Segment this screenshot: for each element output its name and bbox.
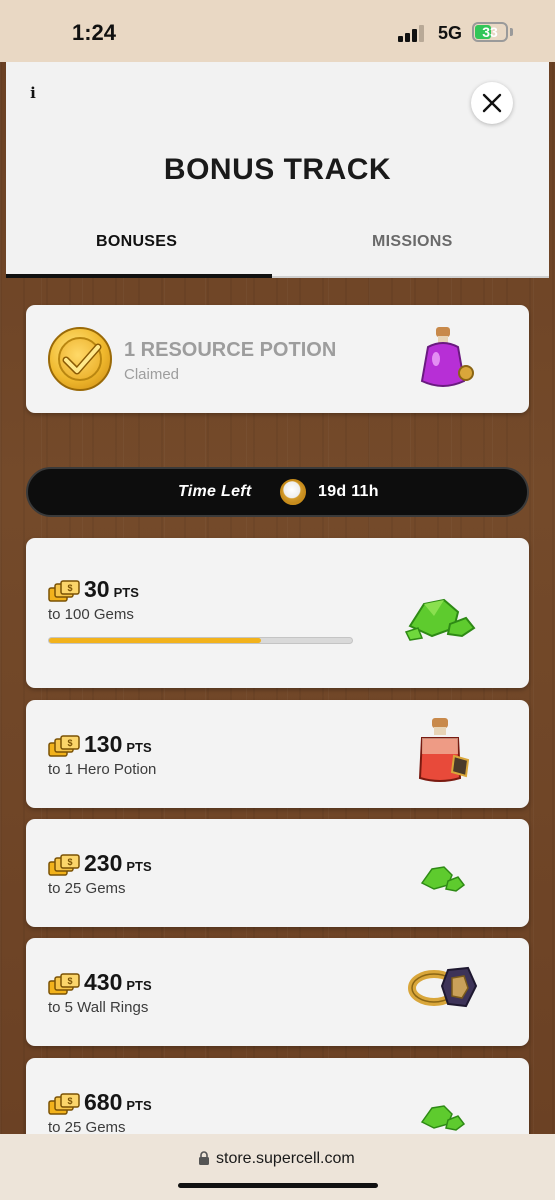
time-left-value: 19d 11h <box>318 483 379 500</box>
tab-divider <box>272 276 549 278</box>
hero-potion-icon <box>418 718 470 782</box>
resource-potion-icon <box>420 327 474 387</box>
points-progress-fill <box>49 638 262 643</box>
milestone-card[interactable]: $ 130 PTS to 1 Hero Potion <box>26 700 529 808</box>
page-title: BONUS TRACK <box>163 153 392 186</box>
browser-address-bar[interactable]: store.supercell.com <box>0 1134 555 1200</box>
close-icon <box>482 93 502 113</box>
claimed-status: Claimed <box>124 366 180 383</box>
info-icon[interactable]: i <box>24 84 42 102</box>
status-time: 1:24 <box>72 20 117 45</box>
active-tab-indicator <box>6 274 272 278</box>
milestone-reward: to 100 Gems <box>48 606 134 623</box>
svg-text:$: $ <box>67 857 72 867</box>
signal-icon <box>398 24 428 42</box>
svg-text:$: $ <box>67 583 72 593</box>
coins-icon: $ <box>48 1093 80 1115</box>
milestone-points: 430 PTS <box>84 969 152 995</box>
stopwatch-icon <box>280 479 306 505</box>
svg-text:$: $ <box>67 738 72 748</box>
gem-pile-small-icon <box>420 866 466 892</box>
url-text[interactable]: store.supercell.com <box>216 1150 355 1168</box>
milestone-points: 680 PTS <box>84 1089 152 1115</box>
wall-ring-icon <box>408 966 478 1008</box>
milestone-reward: to 25 Gems <box>48 880 126 897</box>
coins-icon: $ <box>48 854 80 876</box>
milestone-card[interactable]: $ 230 PTS to 25 Gems <box>26 819 529 927</box>
claimed-check-icon <box>48 327 112 391</box>
battery-level: 33 <box>482 24 498 40</box>
time-left-bar: Time Left 19d 11h <box>26 467 529 517</box>
gem-pile-small-icon <box>420 1105 466 1131</box>
tab-bonuses[interactable]: BONUSES <box>96 233 177 251</box>
milestone-points: 130 PTS <box>84 731 152 757</box>
tab-missions[interactable]: MISSIONS <box>372 233 453 251</box>
points-progress-bar <box>48 637 353 644</box>
gem-pile-large-icon <box>404 598 476 641</box>
coins-icon: $ <box>48 580 80 602</box>
lock-icon <box>199 1151 209 1165</box>
network-label: 5G <box>438 23 463 43</box>
claimed-reward-card: 1 RESOURCE POTION Claimed <box>26 305 529 413</box>
milestone-reward: to 1 Hero Potion <box>48 761 157 778</box>
coins-icon: $ <box>48 735 80 757</box>
milestone-reward: to 5 Wall Rings <box>48 999 149 1016</box>
home-indicator[interactable] <box>178 1183 378 1188</box>
time-left-label: Time Left <box>178 483 252 500</box>
coins-icon: $ <box>48 973 80 995</box>
svg-text:$: $ <box>67 976 72 986</box>
milestone-points: 230 PTS <box>84 850 152 876</box>
milestone-card[interactable]: $ 430 PTS to 5 Wall Rings <box>26 938 529 1046</box>
svg-text:$: $ <box>67 1096 72 1106</box>
milestone-points: 30 PTS <box>84 576 139 602</box>
battery-icon: 33 <box>472 22 508 42</box>
close-button[interactable] <box>471 82 513 124</box>
claimed-reward-title: 1 RESOURCE POTION <box>124 339 337 361</box>
status-bar: 1:24 5G 33 <box>0 0 555 62</box>
milestone-card[interactable]: $ 30 PTS to 100 Gems <box>26 538 529 688</box>
